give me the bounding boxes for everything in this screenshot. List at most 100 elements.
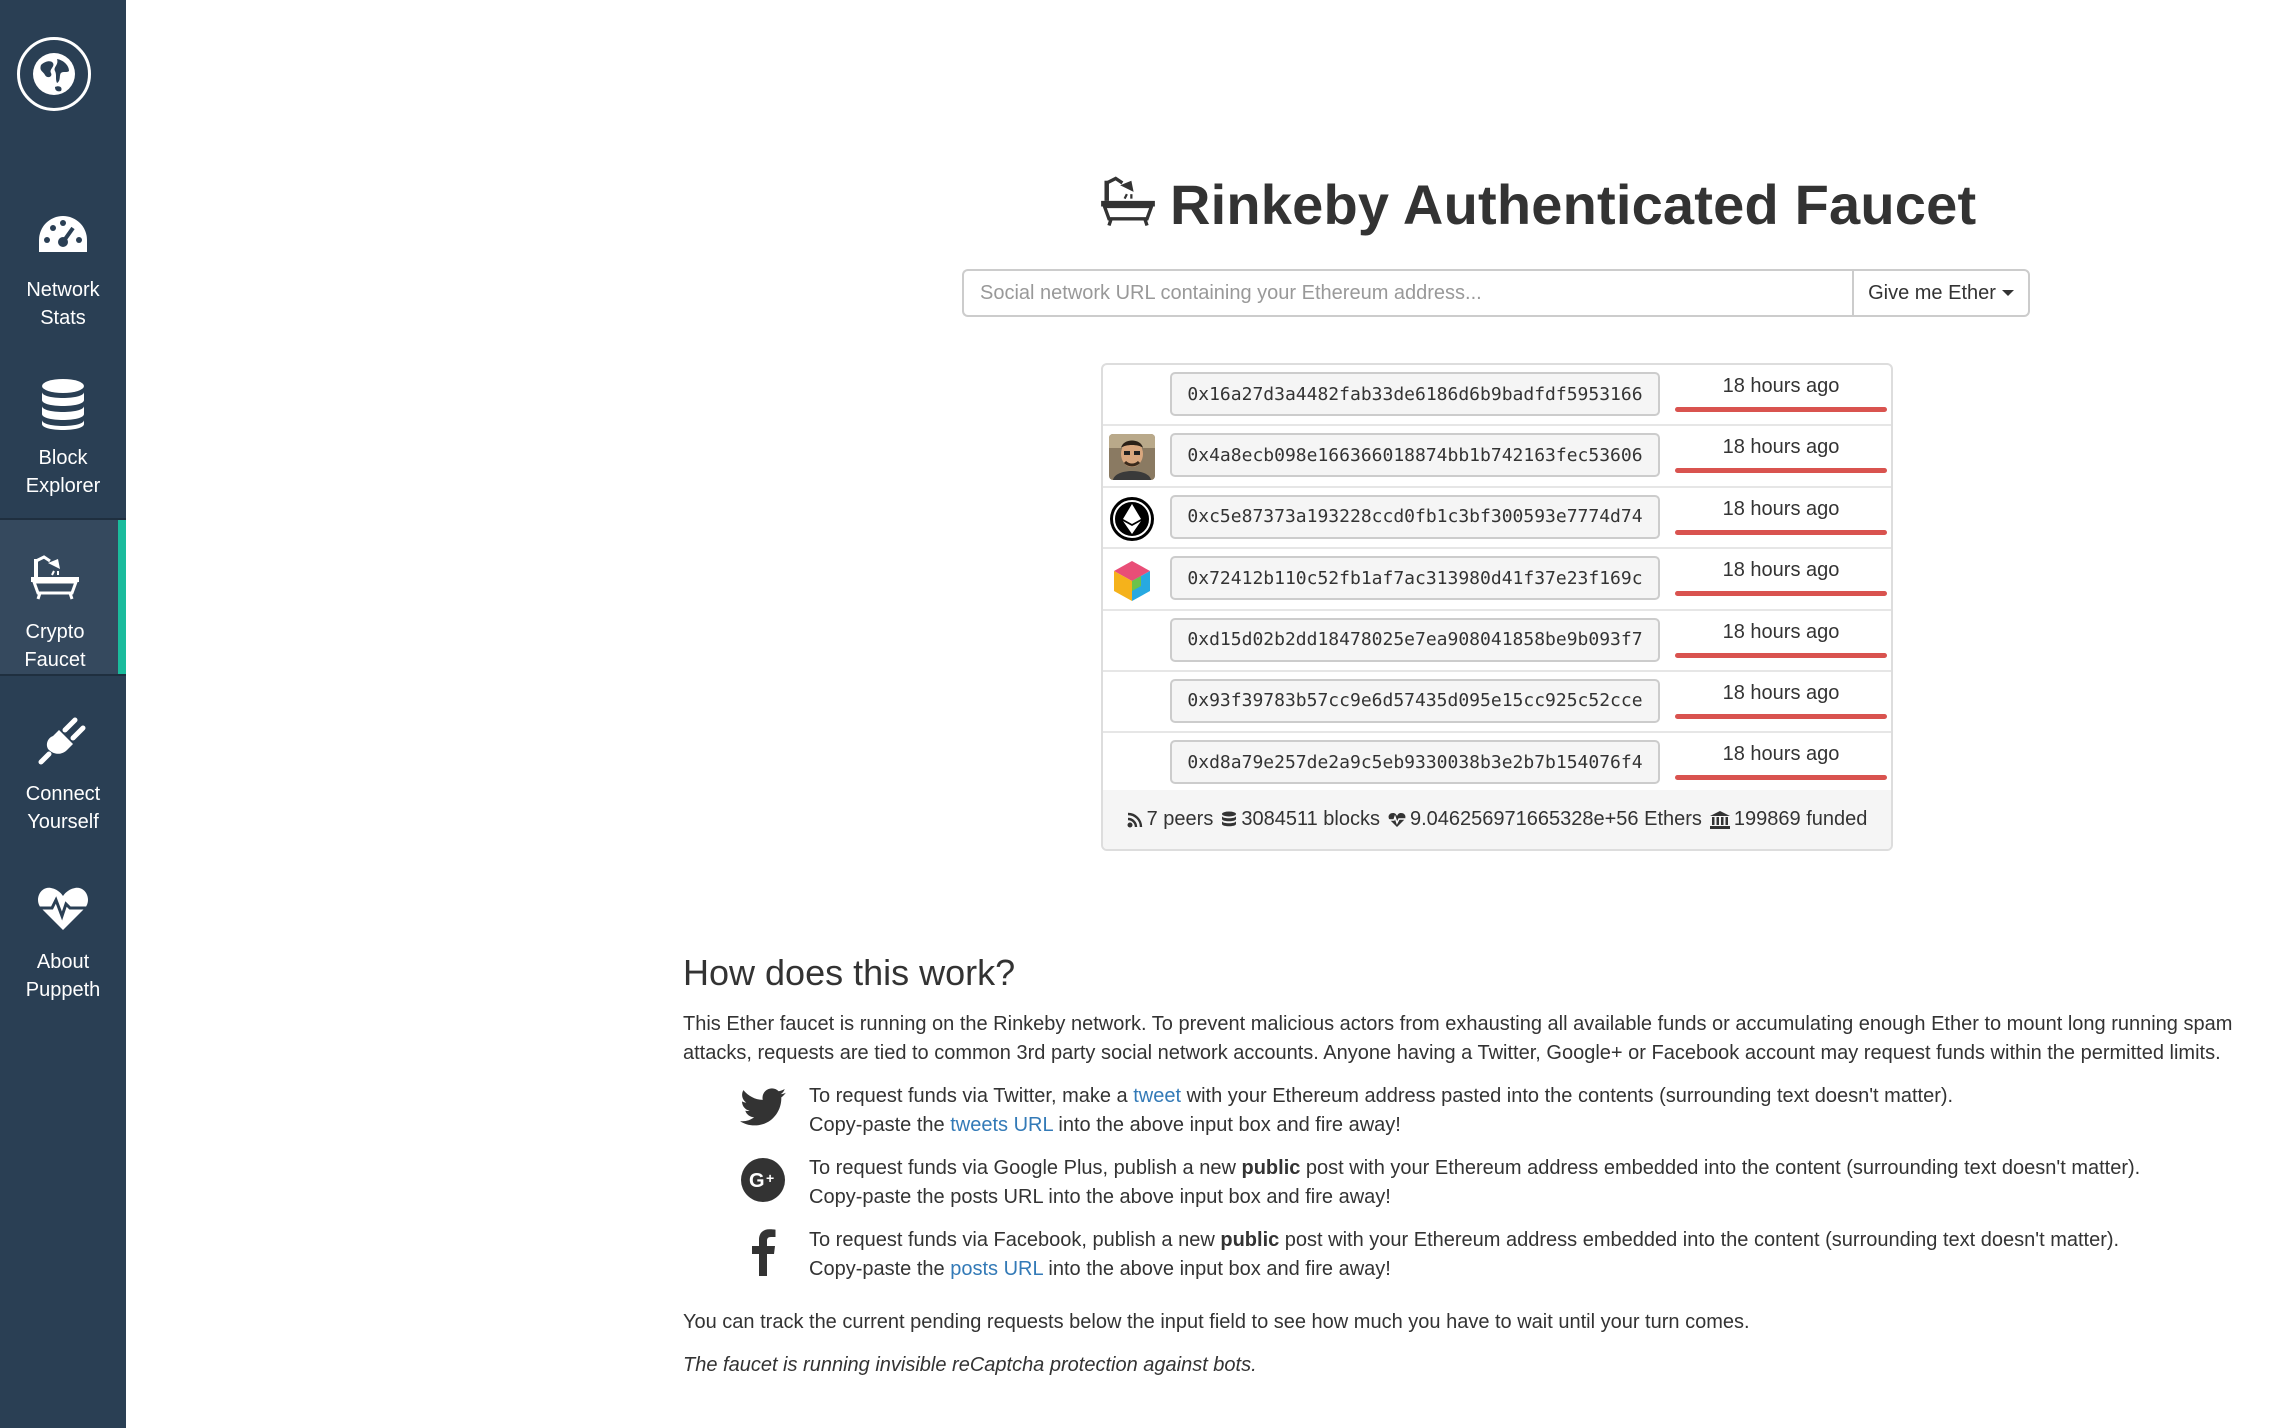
google-line1-b: post with your Ethereum address embedded… bbox=[1300, 1157, 2141, 1179]
peers-stat: 7 peers bbox=[1127, 808, 1214, 831]
twitter-line1-a: To request funds via Twitter, make a bbox=[809, 1085, 1134, 1107]
facebook-line2-a: Copy-paste the bbox=[809, 1258, 951, 1280]
sidebar-item-label: Block Explorer bbox=[25, 447, 101, 497]
sidebar-item-about-puppeth[interactable]: About Puppeth bbox=[0, 850, 126, 1006]
page-title: Rinkeby Authenticated Faucet bbox=[1170, 172, 1977, 236]
facebook-line1-a: To request funds via Facebook, publish a… bbox=[809, 1229, 1221, 1251]
section-heading: How does this work? bbox=[683, 952, 1016, 993]
request-time: 18 hours ago bbox=[1722, 497, 1840, 520]
request-address: 0x4a8ecb098e166366018874bb1b742163fec536… bbox=[1170, 433, 1660, 478]
request-time: 18 hours ago bbox=[1722, 436, 1840, 459]
sidebar-item-network-stats[interactable]: Network Stats bbox=[0, 178, 126, 334]
progress-bar bbox=[1675, 529, 1887, 535]
table-row: 0x16a27d3a4482fab33de6186d6b9badfdf59531… bbox=[1103, 365, 1891, 427]
caret-down-icon bbox=[2001, 290, 2014, 296]
request-address: 0xd15d02b2dd18478025e7ea908041858be9b093… bbox=[1170, 617, 1660, 662]
funded-stat: 199869 funded bbox=[1709, 808, 1868, 831]
facebook-line1-b: post with your Ethereum address embedded… bbox=[1279, 1229, 2120, 1251]
how-it-works-section: How does this work? This Ether faucet is… bbox=[683, 948, 2243, 1380]
google-public-bold: public bbox=[1241, 1157, 1301, 1179]
table-row: 0xd15d02b2dd18478025e7ea908041858be9b093… bbox=[1103, 611, 1891, 672]
facebook-text: To request funds via Facebook, publish a… bbox=[809, 1226, 2119, 1284]
bath-icon bbox=[27, 550, 83, 606]
twitter-line1-b: with your Ethereum address pasted into t… bbox=[1181, 1085, 1954, 1107]
avatar bbox=[1109, 557, 1155, 604]
google-line1-a: To request funds via Google Plus, publis… bbox=[809, 1157, 1242, 1179]
sidebar-item-label: Network Stats bbox=[26, 279, 100, 329]
intro-paragraph: This Ether faucet is running on the Rink… bbox=[683, 1013, 2233, 1064]
sidebar-divider bbox=[0, 674, 126, 676]
table-row: 0x93f39783b57cc9e6d57435d095e15cc925c52c… bbox=[1103, 672, 1891, 734]
request-form: Give me Ether bbox=[962, 269, 2030, 317]
captcha-note: The faucet is running invisible reCaptch… bbox=[683, 1354, 1257, 1376]
facebook-public-bold: public bbox=[1220, 1229, 1280, 1251]
sidebar-item-label: Crypto Faucet bbox=[24, 621, 86, 671]
avatar bbox=[1109, 496, 1155, 542]
request-address: 0x72412b110c52fb1af7ac313980d41f37e23f16… bbox=[1170, 556, 1660, 601]
page-header: Rinkeby Authenticated Faucet bbox=[1100, 168, 1976, 240]
track-paragraph: You can track the current pending reques… bbox=[683, 1311, 1750, 1333]
peers-text: 7 peers bbox=[1146, 808, 1214, 830]
tweets-url-link[interactable]: tweets URL bbox=[950, 1114, 1053, 1136]
give-me-ether-label: Give me Ether bbox=[1868, 281, 1996, 304]
request-address: 0x16a27d3a4482fab33de6186d6b9badfdf59531… bbox=[1170, 372, 1660, 416]
tweet-link[interactable]: tweet bbox=[1133, 1085, 1181, 1107]
dashboard-icon bbox=[35, 208, 91, 264]
plug-icon bbox=[35, 712, 91, 768]
sidebar-item-connect-yourself[interactable]: Connect Yourself bbox=[0, 682, 126, 838]
sidebar-item-label: About Puppeth bbox=[25, 951, 101, 1001]
svg-text:G: G bbox=[749, 1170, 765, 1192]
facebook-instructions: To request funds via Facebook, publish a… bbox=[683, 1226, 2243, 1284]
google-plus-instructions: G + To request funds via Google Plus, pu… bbox=[683, 1154, 2243, 1212]
bank-icon bbox=[1709, 810, 1730, 829]
twitter-text: To request funds via Twitter, make a twe… bbox=[809, 1082, 1953, 1140]
request-address: 0x93f39783b57cc9e6d57435d095e15cc925c52c… bbox=[1170, 678, 1660, 723]
table-row: 0xc5e87373a193228ccd0fb1c3bf300593e7774d… bbox=[1103, 488, 1891, 550]
progress-bar bbox=[1675, 468, 1887, 474]
google-line2: Copy-paste the posts URL into the above … bbox=[809, 1186, 1391, 1208]
database-icon bbox=[35, 376, 91, 432]
progress-bar bbox=[1675, 591, 1887, 597]
request-time: 18 hours ago bbox=[1722, 375, 1840, 397]
facebook-icon bbox=[739, 1228, 787, 1276]
avatar bbox=[1109, 434, 1155, 481]
progress-bar bbox=[1675, 775, 1887, 781]
request-address: 0xc5e87373a193228ccd0fb1c3bf300593e7774d… bbox=[1170, 494, 1660, 539]
heartbeat-icon bbox=[35, 880, 91, 936]
request-address: 0xd8a79e257de2a9c5eb9330038b3e2b7b154076… bbox=[1170, 740, 1660, 785]
posts-url-link[interactable]: posts URL bbox=[950, 1258, 1043, 1280]
url-input[interactable] bbox=[962, 269, 1852, 317]
twitter-line2-a: Copy-paste the bbox=[809, 1114, 951, 1136]
table-row: 0x4a8ecb098e166366018874bb1b742163fec536… bbox=[1103, 426, 1891, 488]
faucet-stats: 7 peers 3084511 blocks 9.046256971665328… bbox=[1103, 790, 1891, 849]
sidebar-item-block-explorer[interactable]: Block Explorer bbox=[0, 346, 126, 502]
google-plus-text: To request funds via Google Plus, publis… bbox=[809, 1154, 2140, 1212]
heartbeat-icon bbox=[1388, 812, 1406, 827]
funded-text: 199869 funded bbox=[1733, 808, 1868, 830]
sidebar: Network Stats Block Explorer Crypto Fauc… bbox=[0, 0, 126, 1428]
table-row: 0x72412b110c52fb1af7ac313980d41f37e23f16… bbox=[1103, 549, 1891, 611]
twitter-icon bbox=[739, 1084, 787, 1132]
twitter-line2-b: into the above input box and fire away! bbox=[1052, 1114, 1401, 1136]
bath-icon bbox=[1100, 174, 1156, 235]
sidebar-item-crypto-faucet[interactable]: Crypto Faucet bbox=[0, 520, 126, 676]
request-time: 18 hours ago bbox=[1722, 681, 1840, 704]
request-time: 18 hours ago bbox=[1722, 559, 1840, 582]
facebook-line2-b: into the above input box and fire away! bbox=[1042, 1258, 1391, 1280]
progress-bar bbox=[1675, 407, 1887, 412]
ethers-stat: 9.046256971665328e+56 Ethers bbox=[1388, 808, 1702, 831]
rss-icon bbox=[1127, 812, 1142, 827]
sidebar-item-label: Connect Yourself bbox=[25, 783, 101, 833]
blocks-text: 3084511 blocks bbox=[1241, 808, 1380, 830]
table-row: 0xd8a79e257de2a9c5eb9330038b3e2b7b154076… bbox=[1103, 733, 1891, 795]
request-time: 18 hours ago bbox=[1722, 743, 1840, 766]
twitter-instructions: To request funds via Twitter, make a twe… bbox=[683, 1082, 2243, 1140]
globe-icon[interactable] bbox=[17, 37, 91, 111]
blocks-stat: 3084511 blocks bbox=[1221, 808, 1380, 831]
progress-bar bbox=[1675, 652, 1887, 658]
google-plus-icon: G + bbox=[739, 1156, 787, 1204]
give-me-ether-button[interactable]: Give me Ether bbox=[1852, 269, 2030, 317]
progress-bar bbox=[1675, 713, 1887, 719]
request-time: 18 hours ago bbox=[1722, 620, 1840, 643]
requests-table: 0x16a27d3a4482fab33de6186d6b9badfdf59531… bbox=[1101, 363, 1893, 851]
